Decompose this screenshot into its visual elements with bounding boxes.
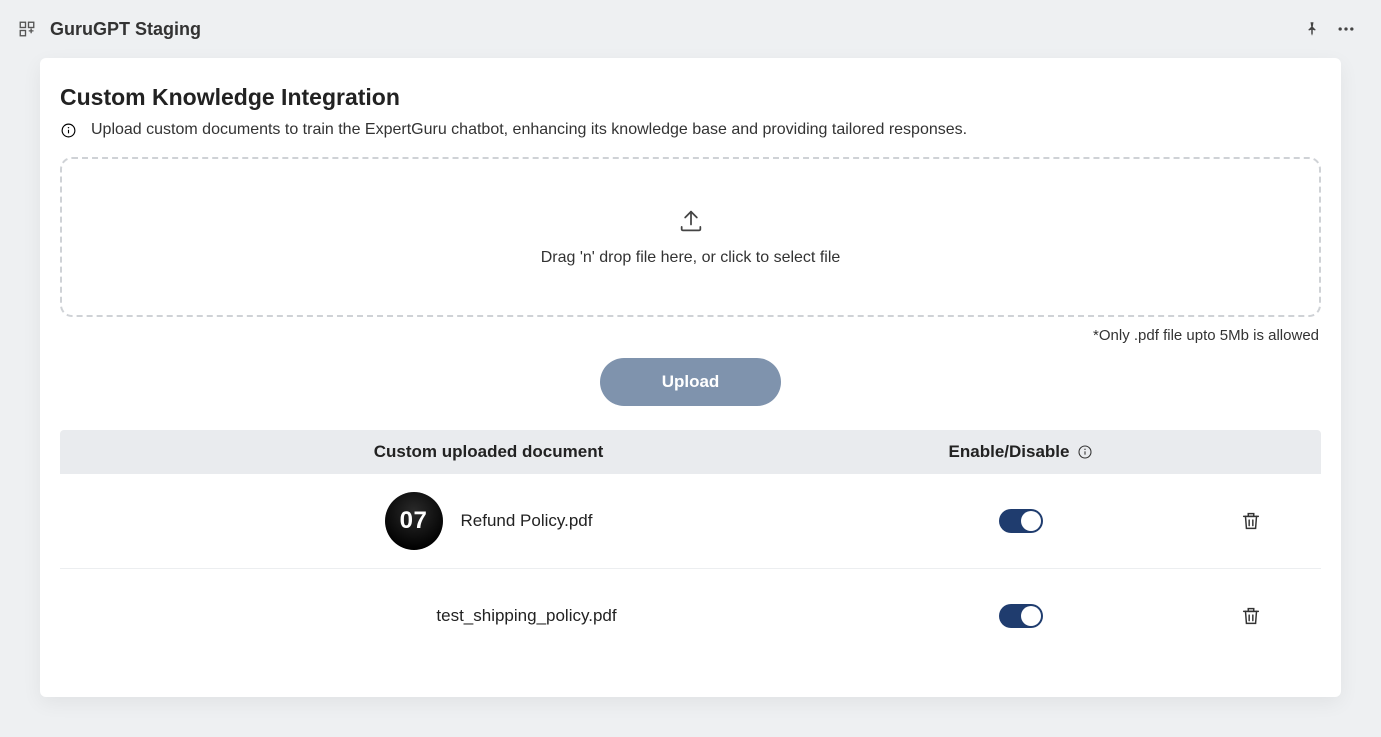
upload-icon [677, 207, 705, 235]
documents-table: Custom uploaded document Enable/Disable [60, 430, 1321, 663]
delete-button[interactable] [1240, 605, 1262, 627]
info-icon[interactable] [1077, 444, 1093, 460]
enable-toggle[interactable] [999, 604, 1043, 628]
pin-button[interactable] [1295, 12, 1329, 46]
knowledge-card: Custom Knowledge Integration Upload cust… [40, 58, 1341, 697]
enable-toggle[interactable] [999, 509, 1043, 533]
info-icon [60, 122, 77, 139]
document-name: Refund Policy.pdf [461, 511, 593, 531]
column-enable-label: Enable/Disable [949, 442, 1070, 462]
description-text: Upload custom documents to train the Exp… [91, 121, 967, 139]
apps-icon[interactable] [18, 20, 36, 38]
document-name: test_shipping_policy.pdf [436, 606, 616, 626]
page-title: Custom Knowledge Integration [60, 84, 1321, 111]
file-dropzone[interactable]: Drag 'n' drop file here, or click to sel… [60, 157, 1321, 317]
dropzone-text: Drag 'n' drop file here, or click to sel… [541, 249, 841, 267]
table-row: 07 Refund Policy.pdf [60, 474, 1321, 569]
file-limit-note: *Only .pdf file upto 5Mb is allowed [62, 327, 1319, 344]
app-title: GuruGPT Staging [50, 19, 201, 40]
upload-button[interactable]: Upload [600, 358, 782, 406]
topbar: GuruGPT Staging [0, 0, 1381, 58]
description-row: Upload custom documents to train the Exp… [60, 121, 1321, 139]
column-document: Custom uploaded document [60, 442, 861, 462]
more-button[interactable] [1329, 12, 1363, 46]
delete-button[interactable] [1240, 510, 1262, 532]
table-row: test_shipping_policy.pdf [60, 569, 1321, 663]
document-badge-empty [360, 587, 418, 645]
table-header: Custom uploaded document Enable/Disable [60, 430, 1321, 474]
document-badge: 07 [385, 492, 443, 550]
column-enable: Enable/Disable [861, 442, 1181, 462]
